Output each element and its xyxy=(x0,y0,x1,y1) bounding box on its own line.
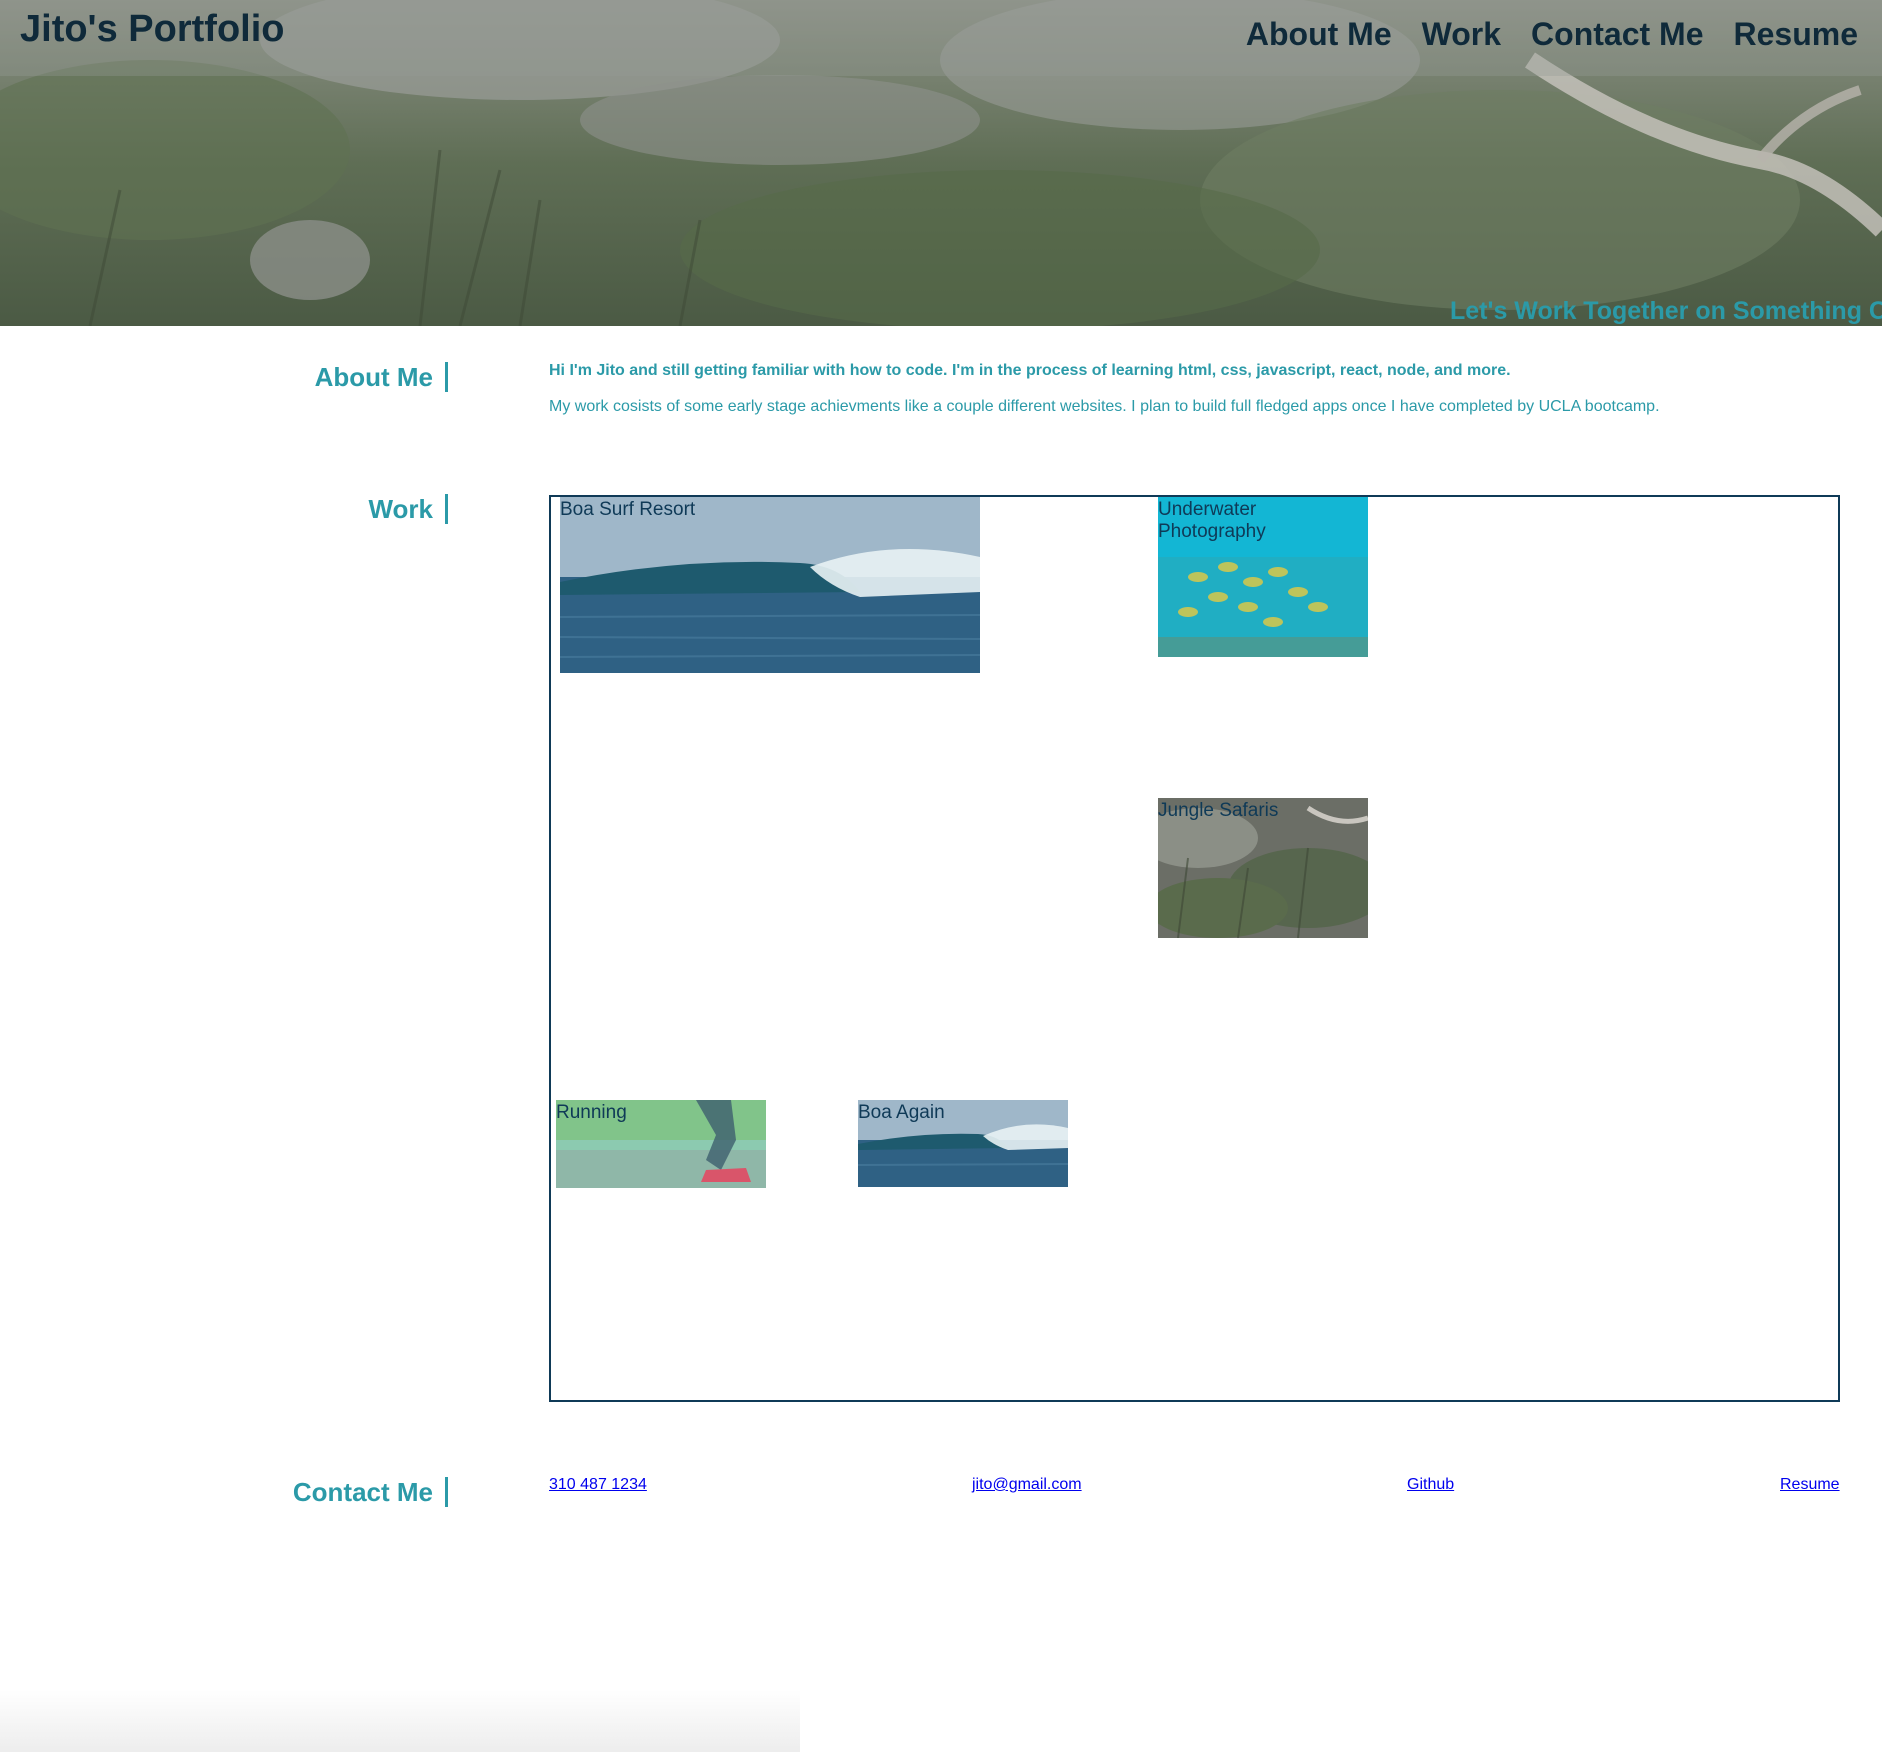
ocean-wave-image xyxy=(560,497,980,673)
main-nav: About Me Work Contact Me Resume xyxy=(1246,16,1858,53)
about-body: My work cosists of some early stage achi… xyxy=(549,398,1660,415)
work-item-underwater-photography[interactable]: Underwater Photography xyxy=(1158,497,1368,657)
hero-banner: Jito's Portfolio About Me Work Contact M… xyxy=(0,0,1882,326)
work-item-title: Underwater Photography xyxy=(1158,499,1266,542)
contact-heading: Contact Me xyxy=(293,1477,448,1507)
work-gallery: Boa Surf Resort Underwater Photography J… xyxy=(549,495,1840,1402)
contact-email-link[interactable]: jito@gmail.com xyxy=(972,1476,1082,1494)
work-item-title: Jungle Safaris xyxy=(1158,800,1279,821)
nav-resume[interactable]: Resume xyxy=(1734,16,1859,53)
contact-github-link[interactable]: Github xyxy=(1407,1476,1454,1494)
work-item-title: Running xyxy=(556,1102,627,1123)
work-item-running[interactable]: Running xyxy=(556,1100,766,1188)
nav-about-me[interactable]: About Me xyxy=(1246,16,1392,53)
contact-resume-link[interactable]: Resume xyxy=(1780,1476,1840,1494)
work-item-title: Boa Surf Resort xyxy=(560,499,696,520)
work-item-boa-again[interactable]: Boa Again xyxy=(858,1100,1068,1187)
work-heading: Work xyxy=(368,494,448,524)
bottom-shadow xyxy=(0,1690,800,1752)
site-title[interactable]: Jito's Portfolio xyxy=(20,8,284,51)
contact-phone-link[interactable]: 310 487 1234 xyxy=(549,1476,647,1494)
about-intro: Hi I'm Jito and still getting familiar w… xyxy=(549,362,1511,379)
work-item-jungle-safaris[interactable]: Jungle Safaris xyxy=(1158,798,1368,938)
nav-work[interactable]: Work xyxy=(1422,16,1501,53)
work-item-title: Boa Again xyxy=(858,1102,945,1123)
hero-tagline: Let's Work Together on Something Co xyxy=(1450,297,1882,325)
nav-contact-me[interactable]: Contact Me xyxy=(1531,16,1703,53)
about-heading: About Me xyxy=(315,362,448,392)
work-item-boa-surf-resort[interactable]: Boa Surf Resort xyxy=(560,497,980,673)
